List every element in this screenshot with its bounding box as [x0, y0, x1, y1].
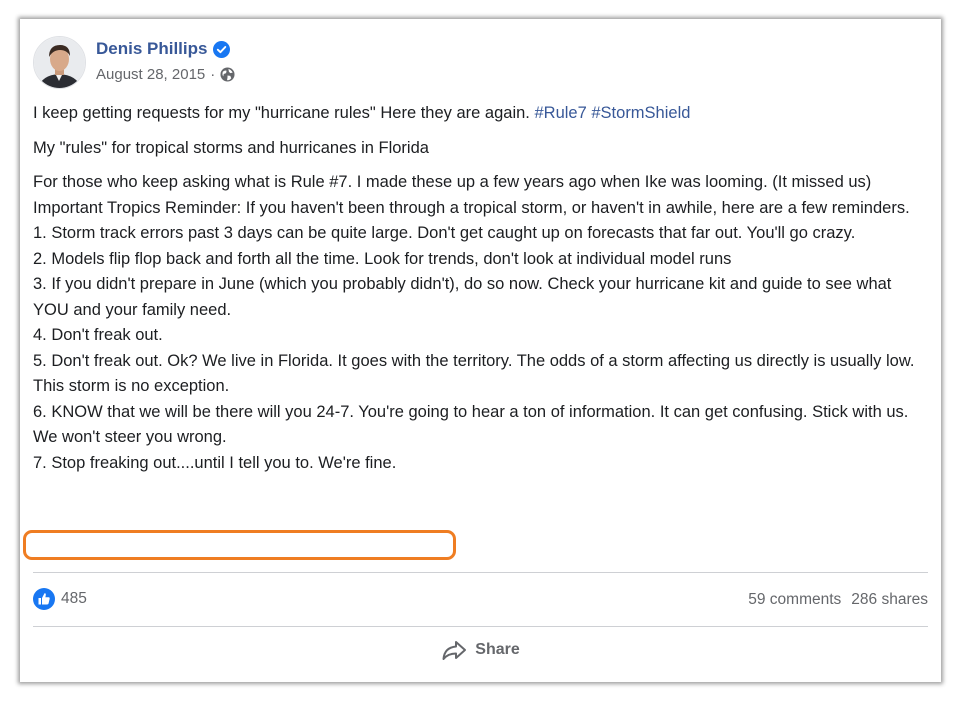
divider	[33, 626, 928, 627]
post-subtitle: My "rules" for tropical storms and hurri…	[33, 138, 429, 157]
meta-separator: ·	[210, 66, 216, 83]
globe-icon[interactable]	[220, 67, 235, 82]
author-name[interactable]: Denis Phillips	[96, 39, 207, 59]
share-label: Share	[475, 641, 520, 658]
shares-count[interactable]: 286 shares	[851, 591, 928, 609]
rule-6: 6. KNOW that we will be there will you 2…	[33, 402, 909, 447]
rules-intro-line: For those who keep asking what is Rule #…	[33, 173, 872, 191]
rule-3: 3. If you didn't prepare in June (which …	[33, 275, 892, 319]
like-reaction-icon	[33, 588, 55, 610]
verified-badge-icon	[213, 40, 231, 58]
share-button[interactable]: Share	[20, 639, 941, 661]
facebook-post-card: Denis Phillips August 28, 2015 · I keep …	[20, 19, 941, 682]
intro-paragraph: I keep getting requests for my "hurrican…	[33, 101, 923, 127]
post-meta: August 28, 2015 ·	[96, 66, 235, 83]
engagement-stats: 59 comments 286 shares	[748, 591, 928, 609]
rule-5: 5. Don't freak out. Ok? We live in Flori…	[33, 351, 915, 396]
reactions-summary[interactable]: 485	[33, 588, 87, 610]
hashtag-rule7[interactable]: #Rule7	[534, 104, 586, 122]
rule-4: 4. Don't freak out.	[33, 326, 163, 344]
post-body: I keep getting requests for my "hurrican…	[33, 101, 923, 476]
rule-7: 7. Stop freaking out....until I tell you…	[33, 453, 397, 472]
share-arrow-icon	[442, 641, 467, 660]
post-date[interactable]: August 28, 2015	[96, 66, 205, 83]
reminder-line: Important Tropics Reminder: If you haven…	[33, 198, 910, 217]
hashtag-stormshield[interactable]: #StormShield	[591, 104, 690, 122]
rule-7-highlight-box	[23, 530, 456, 560]
intro-text: I keep getting requests for my "hurrican…	[33, 104, 535, 122]
like-count: 485	[61, 590, 87, 607]
rules-list: For those who keep asking what is Rule #…	[33, 170, 923, 476]
divider	[33, 572, 928, 573]
avatar[interactable]	[33, 36, 86, 89]
comments-count[interactable]: 59 comments	[748, 591, 841, 609]
avatar-portrait	[34, 37, 85, 88]
rule-1: 1. Storm track errors past 3 days can be…	[33, 224, 856, 242]
rule-2: 2. Models flip flop back and forth all t…	[33, 249, 732, 268]
post-author: Denis Phillips	[96, 39, 231, 59]
